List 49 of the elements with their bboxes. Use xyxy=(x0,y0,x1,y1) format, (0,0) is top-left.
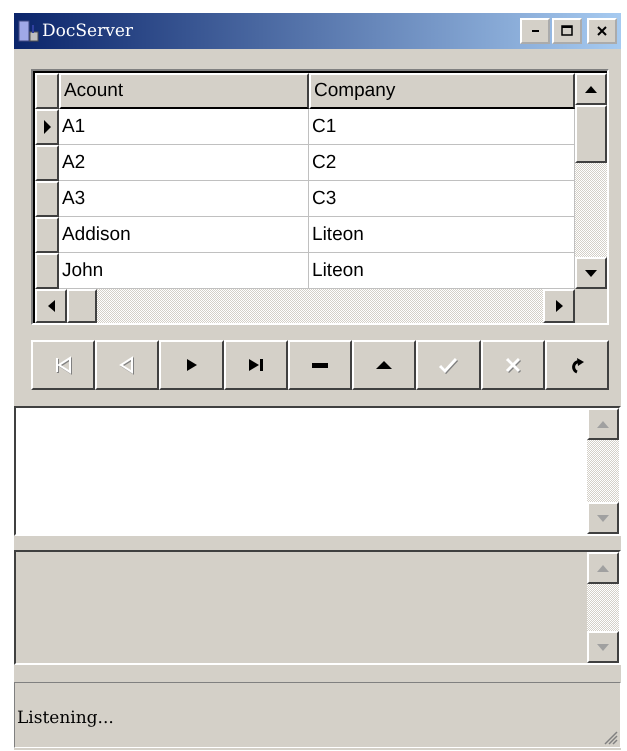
up-arrow-icon xyxy=(597,564,609,572)
column-header[interactable]: Acount xyxy=(59,73,309,109)
edit-button[interactable] xyxy=(352,340,416,390)
building-icon xyxy=(18,20,40,42)
maximize-icon xyxy=(561,25,573,37)
row-indicator[interactable] xyxy=(35,217,59,253)
table-cell: Addison xyxy=(59,217,309,253)
row-indicator[interactable] xyxy=(35,181,59,217)
minus-icon xyxy=(312,362,328,368)
vertical-scrollbar[interactable] xyxy=(587,408,619,534)
up-arrow-icon xyxy=(585,86,597,92)
table-cell: C3 xyxy=(309,181,575,217)
check-icon xyxy=(438,356,458,374)
skip-back-icon xyxy=(53,356,74,374)
table-cell: Liteon xyxy=(309,217,575,253)
status-text: Listening... xyxy=(16,708,114,728)
table-cell: A2 xyxy=(59,145,309,181)
scroll-thumb[interactable] xyxy=(67,289,97,323)
row-indicator[interactable] xyxy=(35,253,59,289)
down-arrow-icon xyxy=(585,270,597,276)
table-cell: C1 xyxy=(309,109,575,145)
delete-button[interactable] xyxy=(288,340,352,390)
minimize-icon xyxy=(532,30,538,32)
next-button[interactable] xyxy=(159,340,224,390)
row-indicator[interactable] xyxy=(35,109,59,145)
last-button[interactable] xyxy=(224,340,288,390)
resize-grip-icon[interactable] xyxy=(602,729,618,745)
table-cell: John xyxy=(59,253,309,289)
row-indicator[interactable] xyxy=(35,145,59,181)
corner-cell xyxy=(35,73,59,109)
up-arrow-icon xyxy=(597,420,609,428)
table-cell: A3 xyxy=(59,181,309,217)
table-cell: A1 xyxy=(59,109,309,145)
maximize-button[interactable] xyxy=(552,18,582,44)
scroll-thumb[interactable] xyxy=(575,105,607,163)
refresh-button[interactable] xyxy=(544,340,609,390)
table-cell: Liteon xyxy=(309,253,575,289)
down-arrow-icon xyxy=(597,514,609,522)
left-arrow-icon xyxy=(48,300,54,312)
table-cell: C2 xyxy=(309,145,575,181)
close-button[interactable] xyxy=(587,18,617,44)
window-title: DocServer xyxy=(42,21,134,41)
right-arrow-icon xyxy=(556,300,562,312)
column-header[interactable]: Company xyxy=(309,73,575,109)
close-icon xyxy=(597,26,607,36)
vertical-scrollbar[interactable] xyxy=(575,73,607,289)
text-area[interactable] xyxy=(14,406,621,536)
pointer-icon xyxy=(44,120,50,134)
down-arrow-icon xyxy=(597,644,609,650)
